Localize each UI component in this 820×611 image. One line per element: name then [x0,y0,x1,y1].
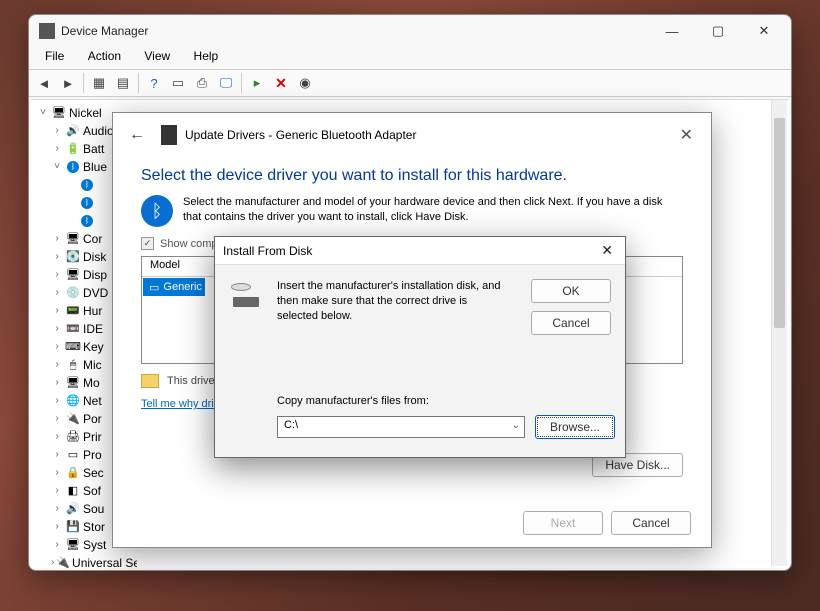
tree-item[interactable]: Universal Serial Bus controllers [72,554,137,572]
close-icon[interactable]: ✕ [670,119,703,151]
menu-view[interactable]: View [134,47,180,65]
bluetooth-icon: ᛒ [141,195,173,227]
tree-item[interactable]: Sec [83,464,104,482]
back-icon[interactable]: ◄ [33,72,55,94]
install-from-disk-dialog: Install From Disk ✕ Insert the manufactu… [214,236,626,458]
cancel-button[interactable]: Cancel [611,511,691,535]
back-button[interactable]: ← [121,122,153,148]
tree-item[interactable]: Sof [83,482,101,500]
tree-item[interactable]: Mic [83,356,102,374]
certificate-icon [141,374,159,388]
toolbar-icon[interactable]: ▭ [167,72,189,94]
model-item-selected[interactable]: ▭Generic [143,278,205,296]
scrollbar[interactable] [771,100,787,566]
tree-item[interactable]: Disk [83,248,106,266]
toolbar: ◄ ► ▦ ▤ ? ▭ ⎙ 🖵 ▸ ✕ ◉ [29,69,791,97]
tree-item[interactable]: Blue [83,158,107,176]
path-value: C:\ [284,419,298,431]
toolbar-icon[interactable]: ▤ [112,72,134,94]
dialog-message: Insert the manufacturer's installation d… [277,279,511,324]
tree-item[interactable]: Stor [83,518,105,536]
dialog-description: Select the manufacturer and model of you… [183,195,683,227]
close-icon[interactable]: ✕ [597,240,617,261]
menu-file[interactable]: File [35,47,74,65]
toolbar-icon[interactable]: ⎙ [191,72,213,94]
tree-root[interactable]: Nickel [69,104,102,122]
disk-icon [229,283,261,309]
dialog-title: Update Drivers - Generic Bluetooth Adapt… [185,128,416,142]
browse-button[interactable]: Browse... [535,415,615,439]
menu-help[interactable]: Help [184,47,229,65]
tree-item[interactable]: Mo [83,374,100,392]
tree-item[interactable]: Audio [83,122,114,140]
ok-button[interactable]: OK [531,279,611,303]
app-icon [39,23,55,39]
device-icon [161,125,177,145]
toolbar-icon[interactable]: ◉ [294,72,316,94]
tree-item[interactable]: Syst [83,536,106,554]
tree-item[interactable]: Cor [83,230,102,248]
maximize-button[interactable]: ▢ [695,16,741,46]
add-icon[interactable]: ▸ [246,72,268,94]
next-button[interactable]: Next [523,511,603,535]
tree-item[interactable]: IDE [83,320,103,338]
menu-action[interactable]: Action [78,47,131,65]
close-button[interactable]: ✕ [741,16,787,46]
scrollbar-thumb[interactable] [774,118,785,328]
tree-item[interactable]: Net [83,392,102,410]
window-title: Device Manager [61,24,148,38]
tree-item[interactable]: DVD [83,284,108,302]
titlebar[interactable]: Device Manager — ▢ ✕ [29,15,791,47]
monitor-icon[interactable]: 🖵 [215,72,237,94]
tree-item[interactable]: Pro [83,446,102,464]
compatible-checkbox[interactable]: ✓ [141,237,154,250]
path-combobox[interactable]: C:\ ⌄ [277,416,525,438]
minimize-button[interactable]: — [649,16,695,46]
forward-icon[interactable]: ► [57,72,79,94]
dialog-title: Install From Disk [223,244,312,258]
tree-item[interactable]: Por [83,410,102,428]
tree-item[interactable]: Hur [83,302,102,320]
copy-from-label: Copy manufacturer's files from: [277,395,429,407]
tree-item[interactable]: Disp [83,266,107,284]
chevron-down-icon[interactable]: ⌄ [512,420,520,431]
remove-icon[interactable]: ✕ [270,72,292,94]
tree-item[interactable]: Batt [83,140,104,158]
cancel-button[interactable]: Cancel [531,311,611,335]
menubar: File Action View Help [29,47,791,69]
tree-item[interactable]: Key [83,338,104,356]
toolbar-icon[interactable]: ▦ [88,72,110,94]
dialog-heading: Select the device driver you want to ins… [113,157,711,191]
tree-item[interactable]: Sou [83,500,104,518]
tree-item[interactable]: Prir [83,428,102,446]
help-icon[interactable]: ? [143,72,165,94]
